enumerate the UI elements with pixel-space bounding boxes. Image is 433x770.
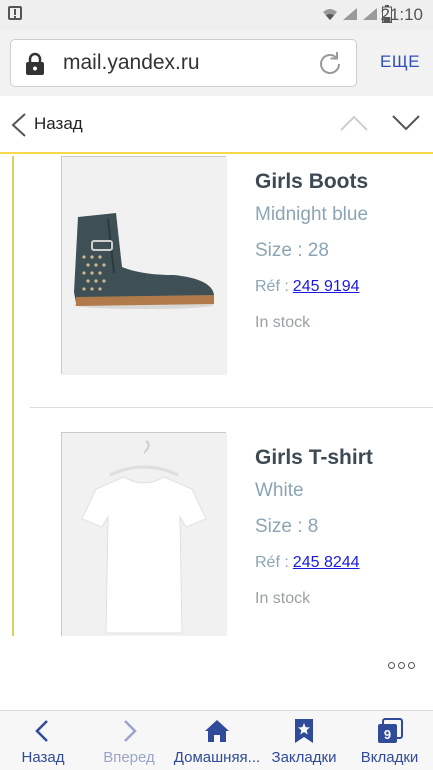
product-title[interactable]: Girls T-shirt [255,446,373,470]
ref-label: Réf : [255,278,289,295]
nav-home-button[interactable]: Домашняя... [172,711,262,770]
tabs-count: 9 [383,727,390,742]
nav-bookmarks-button[interactable]: Закладки [262,711,346,770]
more-options-icon[interactable] [388,662,415,669]
back-button[interactable]: Назад [34,114,83,134]
product-image-boots[interactable] [61,156,227,375]
wifi-icon [323,9,337,20]
divider [30,407,433,408]
browser-toolbar: mail.yandex.ru ЕЩЕ [0,30,433,96]
nav-forward-label: Вперед [103,749,155,766]
product-color: Midnight blue [255,204,369,225]
chevron-left-icon [35,720,48,742]
address-bar[interactable]: mail.yandex.ru [10,39,357,87]
signal-icon [343,8,357,20]
product-image-tshirt[interactable] [61,432,227,636]
ref-label: Réf : [255,554,289,571]
url-text[interactable]: mail.yandex.ru [63,51,200,75]
nav-back-label: Назад [21,749,65,766]
chevron-down-icon[interactable] [391,114,421,132]
notification-icon [8,6,22,20]
boot-image [62,157,227,375]
ref-link[interactable]: 245 8244 [293,554,360,571]
product-title[interactable]: Girls Boots [255,170,368,194]
nav-tabs-button[interactable]: 9 Вкладки [346,711,433,770]
nav-forward-button[interactable]: Вперед [86,711,172,770]
status-time: 21:10 [380,5,423,24]
signal-icon-2 [363,8,377,20]
product-color: White [255,480,304,501]
reload-icon[interactable] [316,50,344,78]
chevron-right-icon [124,720,137,742]
quote-line [12,156,14,636]
status-bar: 21:10 [0,0,433,30]
chevron-up-icon[interactable] [339,114,369,132]
nav-home-label: Домашняя... [173,749,261,766]
product-size: Size : 28 [255,240,329,261]
tabs-icon: 9 [377,718,403,743]
chevron-left-icon[interactable] [10,112,28,138]
browser-bottom-bar: Назад Вперед Домашняя... Закладки 9 Вкла… [0,710,433,770]
tshirt-image [62,433,227,636]
bookmark-icon [295,719,313,743]
lock-icon [26,52,44,75]
product-ref: Réf :245 8244 [255,554,360,572]
ref-link[interactable]: 245 9194 [293,278,360,295]
mail-header: Назад [0,96,433,154]
home-icon [205,720,229,742]
nav-back-button[interactable]: Назад [0,711,86,770]
mail-content: Girls Boots Midnight blue Size : 28 Réf … [0,156,433,636]
more-menu-button[interactable]: ЕЩЕ [380,52,420,72]
stock-status: In stock [255,314,311,331]
nav-tabs-label: Вкладки [360,749,419,766]
nav-bookmarks-label: Закладки [271,749,337,766]
product-ref: Réf :245 9194 [255,278,360,296]
stock-status: In stock [255,590,311,607]
product-size: Size : 8 [255,516,319,537]
